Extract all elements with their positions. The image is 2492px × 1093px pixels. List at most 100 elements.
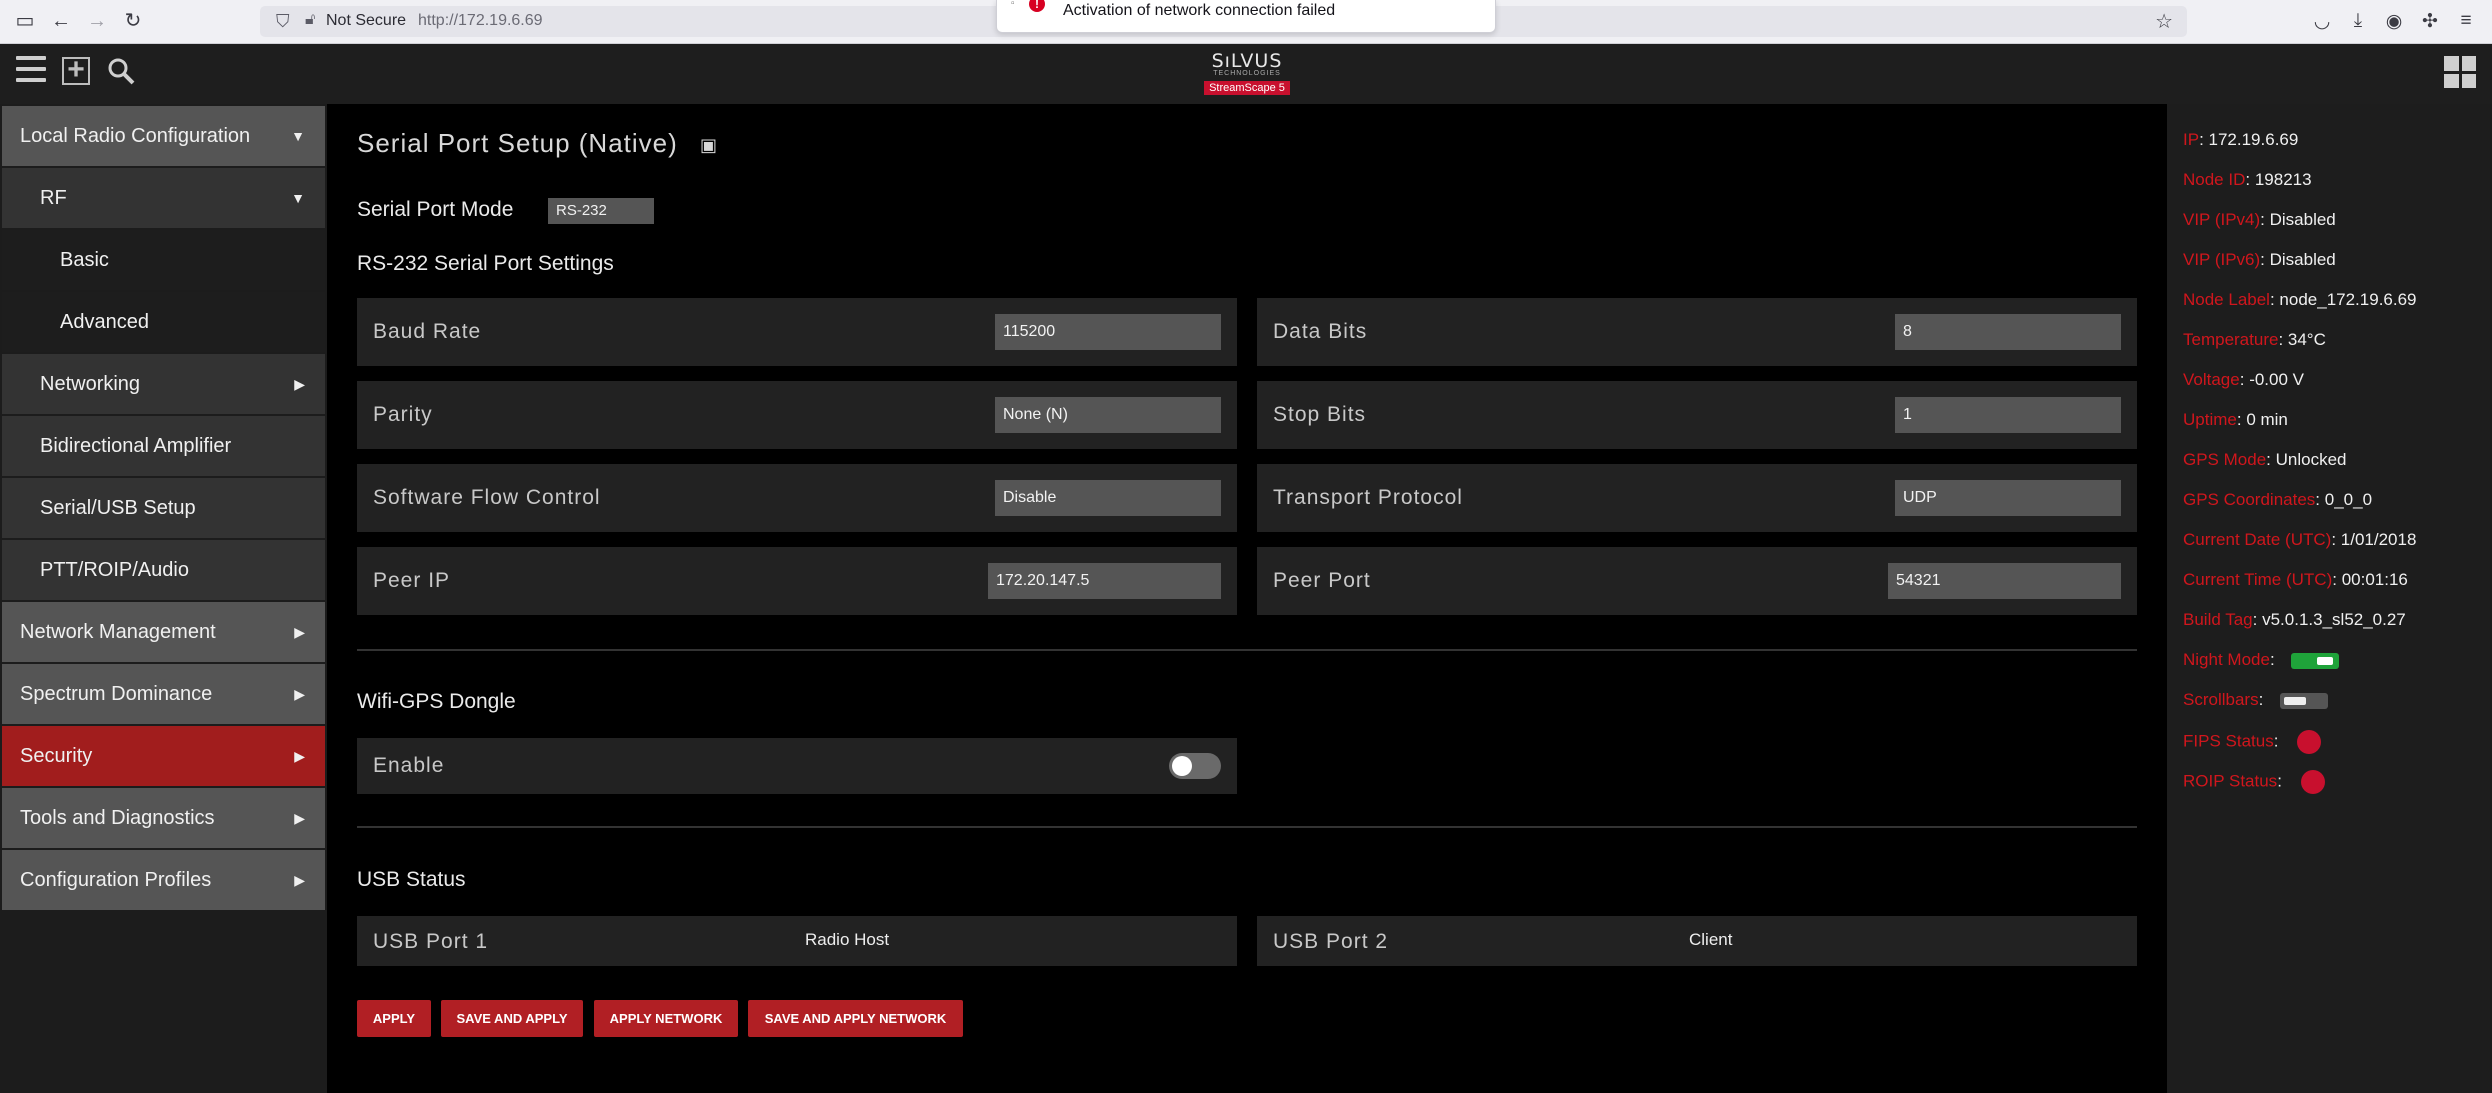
- scrollbars-toggle[interactable]: [2280, 692, 2329, 709]
- sidebar-item-spectrum-dominance[interactable]: Spectrum Dominance ▶: [2, 664, 325, 724]
- serial-port-mode-label: Serial Port Mode: [357, 198, 514, 221]
- peer-ip-label: Peer IP: [373, 569, 451, 592]
- peer-ip-row: Peer IP 172.20.147.5: [357, 547, 1237, 615]
- info-temperature-key: Temperature: [2183, 330, 2279, 349]
- downloads-icon[interactable]: ⤓: [2347, 10, 2369, 32]
- data-bits-select[interactable]: 8: [1895, 314, 2121, 350]
- url-text[interactable]: http://172.19.6.69: [418, 12, 543, 30]
- info-current-time: Current Time (UTC): 00:01:16: [2183, 570, 2408, 589]
- save-and-apply-network-button[interactable]: SAVE AND APPLY NETWORK: [748, 1000, 963, 1037]
- bookmark-star-icon[interactable]: ☆: [2155, 9, 2173, 34]
- info-voltage-key: Voltage: [2183, 370, 2240, 389]
- peer-port-label: Peer Port: [1273, 569, 1371, 592]
- sidebar-item-bidirectional-amplifier[interactable]: Bidirectional Amplifier: [2, 416, 325, 476]
- fips-status-indicator: [2297, 730, 2322, 754]
- info-scrollbars: Scrollbars:: [2183, 690, 2329, 710]
- search-icon[interactable]: [106, 56, 136, 86]
- sidebar-item-configuration-profiles[interactable]: Configuration Profiles ▶: [2, 850, 325, 910]
- info-vip4-value: Disabled: [2269, 210, 2336, 229]
- apply-network-button[interactable]: APPLY NETWORK: [594, 1000, 738, 1037]
- sidebar-item-serial-usb-setup[interactable]: Serial/USB Setup: [2, 478, 325, 538]
- caret-down-icon: ▼: [291, 128, 305, 144]
- save-and-apply-button[interactable]: SAVE AND APPLY: [441, 1000, 583, 1037]
- grid-view-icon[interactable]: [2444, 56, 2476, 88]
- info-node-id: Node ID: 198213: [2183, 170, 2312, 189]
- sidebar-item-label: Tools and Diagnostics: [20, 806, 215, 829]
- page-info-icon[interactable]: ▣: [700, 135, 718, 156]
- reload-icon[interactable]: ↻: [122, 10, 144, 32]
- info-temperature: Temperature: 34°C: [2183, 330, 2326, 349]
- info-current-time-key: Current Time (UTC): [2183, 570, 2333, 589]
- error-icon: !: [1029, 0, 1045, 12]
- usb-port-1-label: USB Port 1: [373, 930, 489, 953]
- baud-rate-label: Baud Rate: [373, 320, 482, 343]
- info-scrollbars-key: Scrollbars: [2183, 690, 2259, 709]
- caret-right-icon: ▶: [294, 747, 305, 764]
- back-icon[interactable]: ←: [50, 10, 72, 32]
- sidebar-item-advanced[interactable]: Advanced: [2, 292, 325, 352]
- software-flow-control-label: Software Flow Control: [373, 486, 601, 509]
- caret-right-icon: ▶: [294, 809, 305, 826]
- night-mode-toggle[interactable]: [2291, 652, 2340, 669]
- sidebar-toggle-icon[interactable]: ▭: [14, 10, 36, 32]
- sidebar-item-tools-and-diagnostics[interactable]: Tools and Diagnostics ▶: [2, 788, 325, 848]
- software-flow-control-select[interactable]: Disable: [995, 480, 1221, 516]
- sidebar-item-label: RF: [40, 186, 67, 209]
- product-badge: StreamScape 5: [1204, 81, 1290, 95]
- info-fips-status-key: FIPS Status: [2183, 731, 2274, 751]
- sidebar-item-network-management[interactable]: Network Management ▶: [2, 602, 325, 662]
- info-roip-status: ROIP Status:: [2183, 770, 2325, 794]
- info-temperature-value: 34°C: [2287, 330, 2326, 349]
- baud-rate-select[interactable]: 115200: [995, 314, 1221, 350]
- sidebar-item-ptt-roip-audio[interactable]: PTT/ROIP/Audio: [2, 540, 325, 600]
- usb-port-2-label: USB Port 2: [1273, 930, 1389, 953]
- info-gps-coordinates-key: GPS Coordinates: [2183, 490, 2316, 509]
- section-divider: [357, 826, 2137, 828]
- sidebar-item-label: Security: [20, 744, 93, 767]
- stop-bits-select[interactable]: 1: [1895, 397, 2121, 433]
- info-voltage-value: -0.00 V: [2249, 370, 2304, 389]
- peer-port-input[interactable]: 54321: [1888, 563, 2121, 599]
- shield-icon[interactable]: ⛉: [276, 11, 290, 32]
- info-uptime-key: Uptime: [2183, 410, 2237, 429]
- info-node-label-key: Node Label: [2183, 290, 2270, 309]
- account-icon[interactable]: ◉: [2383, 10, 2405, 33]
- info-gps-mode-key: GPS Mode: [2183, 450, 2267, 469]
- hamburger-menu-icon[interactable]: [16, 56, 46, 86]
- sidebar-item-rf[interactable]: RF ▼: [2, 168, 325, 228]
- info-build-tag: Build Tag: v5.0.1.3_sl52_0.27: [2183, 610, 2406, 629]
- forward-icon[interactable]: →: [86, 10, 108, 32]
- caret-down-icon: ▼: [291, 190, 305, 206]
- data-bits-label: Data Bits: [1273, 320, 1368, 343]
- extensions-icon[interactable]: ✣: [2419, 10, 2441, 33]
- info-ip-key: IP: [2183, 130, 2200, 149]
- menu-icon[interactable]: ≡: [2455, 10, 2477, 32]
- info-ip-value: 172.19.6.69: [2208, 130, 2299, 149]
- parity-select[interactable]: None (N): [995, 397, 1221, 433]
- silvus-logo: SıLVUS TECHNOLOGIES StreamScape 5: [1200, 52, 1294, 96]
- add-icon[interactable]: +: [62, 55, 90, 85]
- apply-button[interactable]: APPLY: [357, 1000, 431, 1037]
- info-gps-coordinates-value: 0_0_0: [2324, 490, 2373, 509]
- peer-ip-input[interactable]: 172.20.147.5: [988, 563, 1221, 599]
- page-title-text: Serial Port Setup (Native): [357, 128, 678, 158]
- sidebar-item-local-radio-configuration[interactable]: Local Radio Configuration ▼: [2, 106, 325, 166]
- sidebar-item-security[interactable]: Security ▶: [2, 726, 325, 786]
- sidebar-item-networking[interactable]: Networking ▶: [2, 354, 325, 414]
- info-current-time-value: 00:01:16: [2341, 570, 2408, 589]
- section-divider: [357, 649, 2137, 651]
- serial-port-mode-select[interactable]: RS-232: [548, 198, 654, 224]
- pocket-icon[interactable]: ◡: [2311, 10, 2333, 33]
- info-current-date: Current Date (UTC): 1/01/2018: [2183, 530, 2417, 549]
- transport-protocol-row: Transport Protocol UDP: [1257, 464, 2137, 532]
- transport-protocol-select[interactable]: UDP: [1895, 480, 2121, 516]
- wifi-gps-heading: Wifi-GPS Dongle: [357, 690, 516, 713]
- sidebar-item-label: Network Management: [20, 620, 216, 643]
- sidebar-item-label: Bidirectional Amplifier: [40, 434, 232, 457]
- wifi-enable-toggle[interactable]: [1169, 753, 1221, 779]
- lock-icon[interactable]: 🔓︎: [305, 11, 315, 29]
- sidebar-item-basic[interactable]: Basic: [2, 230, 325, 290]
- info-node-id-key: Node ID: [2183, 170, 2246, 189]
- stop-bits-label: Stop Bits: [1273, 403, 1367, 426]
- roip-status-indicator: [2300, 770, 2325, 794]
